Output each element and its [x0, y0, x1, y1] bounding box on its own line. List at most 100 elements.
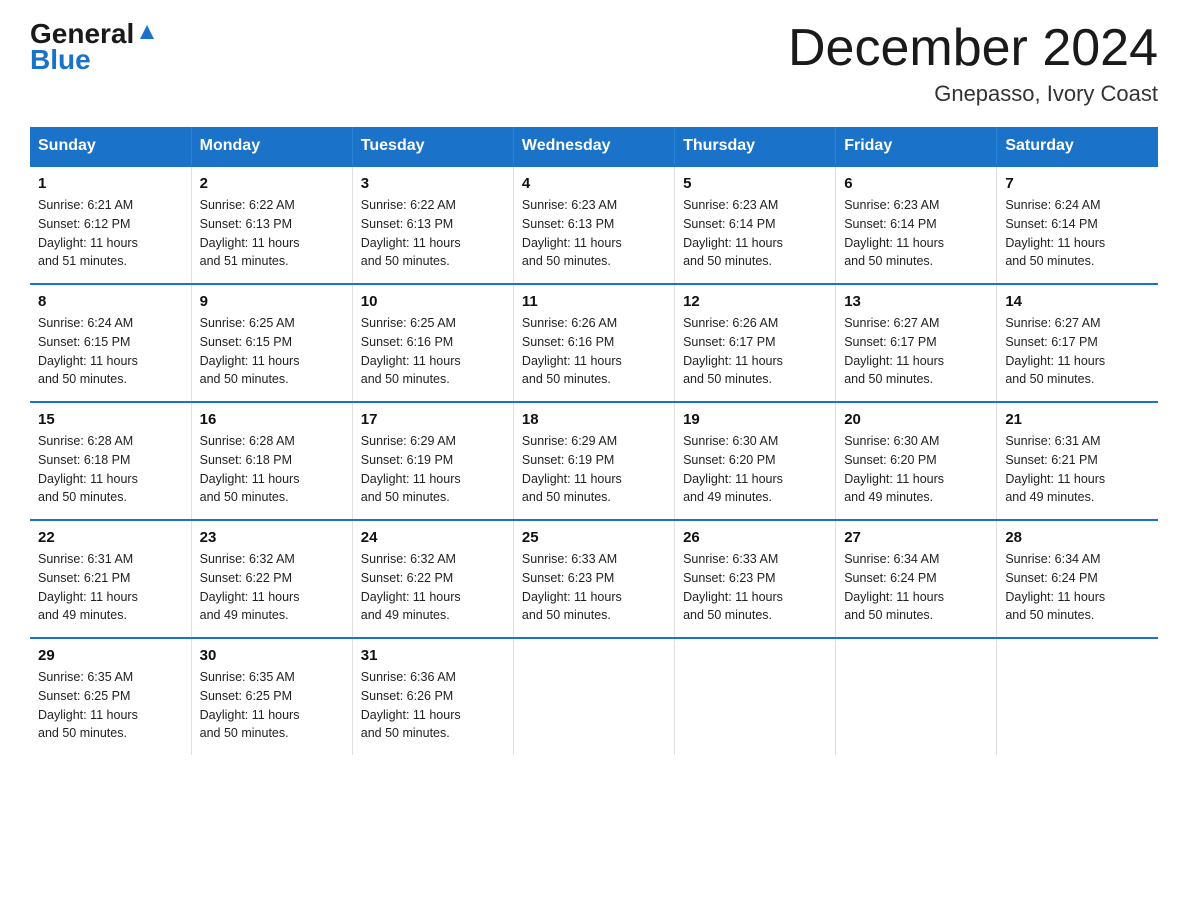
day-number: 15: [38, 411, 183, 428]
calendar-cell: 9 Sunrise: 6:25 AMSunset: 6:15 PMDaylight…: [191, 284, 352, 402]
day-number: 30: [200, 647, 344, 664]
calendar-cell: 5 Sunrise: 6:23 AMSunset: 6:14 PMDaylight…: [675, 166, 836, 284]
page-header: General Blue December 2024 Gnepasso, Ivo…: [30, 20, 1158, 107]
day-number: 22: [38, 529, 183, 546]
col-tuesday: Tuesday: [352, 127, 513, 166]
calendar-week-row: 22Sunrise: 6:31 AMSunset: 6:21 PMDayligh…: [30, 520, 1158, 638]
day-number: 26: [683, 529, 827, 546]
day-number: 7: [1005, 175, 1150, 192]
calendar-cell: 17 Sunrise: 6:29 AMSunset: 6:19 PMDayligh…: [352, 402, 513, 520]
day-info: Sunrise: 6:26 AMSunset: 6:16 PMDaylight:…: [522, 314, 666, 389]
day-info: Sunrise: 6:28 AMSunset: 6:18 PMDaylight:…: [200, 432, 344, 507]
day-info: Sunrise: 6:30 AMSunset: 6:20 PMDaylight:…: [683, 432, 827, 507]
calendar-cell: 23 Sunrise: 6:32 AMSunset: 6:22 PMDayligh…: [191, 520, 352, 638]
calendar-cell: 16 Sunrise: 6:28 AMSunset: 6:18 PMDayligh…: [191, 402, 352, 520]
day-number: 23: [200, 529, 344, 546]
calendar-week-row: 29 Sunrise: 6:35 AMSunset: 6:25 PMDayligh…: [30, 638, 1158, 755]
calendar-cell: 31Sunrise: 6:36 AMSunset: 6:26 PMDayligh…: [352, 638, 513, 755]
calendar-cell: 1Sunrise: 6:21 AMSunset: 6:12 PMDaylight…: [30, 166, 191, 284]
day-info: Sunrise: 6:29 AMSunset: 6:19 PMDaylight:…: [361, 432, 505, 507]
day-number: 3: [361, 175, 505, 192]
day-info: Sunrise: 6:34 AMSunset: 6:24 PMDaylight:…: [844, 550, 988, 625]
col-monday: Monday: [191, 127, 352, 166]
calendar-cell: 30 Sunrise: 6:35 AMSunset: 6:25 PMDayligh…: [191, 638, 352, 755]
day-info: Sunrise: 6:22 AMSunset: 6:13 PMDaylight:…: [361, 196, 505, 271]
day-info: Sunrise: 6:21 AMSunset: 6:12 PMDaylight:…: [38, 196, 183, 271]
col-saturday: Saturday: [997, 127, 1158, 166]
calendar-cell: [997, 638, 1158, 755]
day-number: 6: [844, 175, 988, 192]
calendar-cell: [836, 638, 997, 755]
calendar-week-row: 8 Sunrise: 6:24 AMSunset: 6:15 PMDaylight…: [30, 284, 1158, 402]
calendar-week-row: 15 Sunrise: 6:28 AMSunset: 6:18 PMDayligh…: [30, 402, 1158, 520]
day-number: 8: [38, 293, 183, 310]
calendar-cell: 15 Sunrise: 6:28 AMSunset: 6:18 PMDayligh…: [30, 402, 191, 520]
day-number: 17: [361, 411, 505, 428]
day-info: Sunrise: 6:23 AMSunset: 6:14 PMDaylight:…: [844, 196, 988, 271]
calendar-cell: 7Sunrise: 6:24 AMSunset: 6:14 PMDaylight…: [997, 166, 1158, 284]
day-number: 25: [522, 529, 666, 546]
calendar-week-row: 1Sunrise: 6:21 AMSunset: 6:12 PMDaylight…: [30, 166, 1158, 284]
day-number: 12: [683, 293, 827, 310]
day-number: 9: [200, 293, 344, 310]
calendar-cell: 29 Sunrise: 6:35 AMSunset: 6:25 PMDayligh…: [30, 638, 191, 755]
day-info: Sunrise: 6:25 AMSunset: 6:15 PMDaylight:…: [200, 314, 344, 389]
calendar-cell: 27 Sunrise: 6:34 AMSunset: 6:24 PMDayligh…: [836, 520, 997, 638]
day-info: Sunrise: 6:25 AMSunset: 6:16 PMDaylight:…: [361, 314, 505, 389]
day-number: 24: [361, 529, 505, 546]
calendar-cell: 13 Sunrise: 6:27 AMSunset: 6:17 PMDayligh…: [836, 284, 997, 402]
day-info: Sunrise: 6:36 AMSunset: 6:26 PMDaylight:…: [361, 668, 505, 743]
day-info: Sunrise: 6:35 AMSunset: 6:25 PMDaylight:…: [38, 668, 183, 743]
day-number: 16: [200, 411, 344, 428]
calendar-cell: [513, 638, 674, 755]
day-number: 2: [200, 175, 344, 192]
day-number: 19: [683, 411, 827, 428]
calendar-cell: 2 Sunrise: 6:22 AMSunset: 6:13 PMDaylight…: [191, 166, 352, 284]
calendar-cell: 12 Sunrise: 6:26 AMSunset: 6:17 PMDayligh…: [675, 284, 836, 402]
calendar-cell: 6 Sunrise: 6:23 AMSunset: 6:14 PMDaylight…: [836, 166, 997, 284]
calendar-cell: 19 Sunrise: 6:30 AMSunset: 6:20 PMDayligh…: [675, 402, 836, 520]
col-friday: Friday: [836, 127, 997, 166]
col-thursday: Thursday: [675, 127, 836, 166]
calendar-cell: 26Sunrise: 6:33 AMSunset: 6:23 PMDayligh…: [675, 520, 836, 638]
day-info: Sunrise: 6:28 AMSunset: 6:18 PMDaylight:…: [38, 432, 183, 507]
calendar-cell: 28 Sunrise: 6:34 AMSunset: 6:24 PMDayligh…: [997, 520, 1158, 638]
day-info: Sunrise: 6:26 AMSunset: 6:17 PMDaylight:…: [683, 314, 827, 389]
day-number: 4: [522, 175, 666, 192]
day-number: 27: [844, 529, 988, 546]
calendar-cell: 14 Sunrise: 6:27 AMSunset: 6:17 PMDayligh…: [997, 284, 1158, 402]
day-info: Sunrise: 6:30 AMSunset: 6:20 PMDaylight:…: [844, 432, 988, 507]
calendar-cell: 18 Sunrise: 6:29 AMSunset: 6:19 PMDayligh…: [513, 402, 674, 520]
calendar-cell: 3 Sunrise: 6:22 AMSunset: 6:13 PMDaylight…: [352, 166, 513, 284]
col-sunday: Sunday: [30, 127, 191, 166]
logo-blue: Blue: [30, 44, 91, 76]
calendar-subtitle: Gnepasso, Ivory Coast: [788, 81, 1158, 107]
calendar-cell: 25 Sunrise: 6:33 AMSunset: 6:23 PMDayligh…: [513, 520, 674, 638]
calendar-cell: 24Sunrise: 6:32 AMSunset: 6:22 PMDayligh…: [352, 520, 513, 638]
day-number: 20: [844, 411, 988, 428]
col-wednesday: Wednesday: [513, 127, 674, 166]
day-info: Sunrise: 6:22 AMSunset: 6:13 PMDaylight:…: [200, 196, 344, 271]
day-info: Sunrise: 6:33 AMSunset: 6:23 PMDaylight:…: [522, 550, 666, 625]
logo: General Blue: [30, 20, 158, 76]
calendar-cell: 10Sunrise: 6:25 AMSunset: 6:16 PMDayligh…: [352, 284, 513, 402]
day-info: Sunrise: 6:29 AMSunset: 6:19 PMDaylight:…: [522, 432, 666, 507]
day-number: 18: [522, 411, 666, 428]
day-info: Sunrise: 6:32 AMSunset: 6:22 PMDaylight:…: [200, 550, 344, 625]
day-number: 28: [1005, 529, 1150, 546]
day-info: Sunrise: 6:23 AMSunset: 6:14 PMDaylight:…: [683, 196, 827, 271]
calendar-cell: 20 Sunrise: 6:30 AMSunset: 6:20 PMDayligh…: [836, 402, 997, 520]
calendar-cell: [675, 638, 836, 755]
day-number: 5: [683, 175, 827, 192]
day-info: Sunrise: 6:35 AMSunset: 6:25 PMDaylight:…: [200, 668, 344, 743]
calendar-header-row: Sunday Monday Tuesday Wednesday Thursday…: [30, 127, 1158, 166]
day-number: 14: [1005, 293, 1150, 310]
day-number: 13: [844, 293, 988, 310]
calendar-table: Sunday Monday Tuesday Wednesday Thursday…: [30, 127, 1158, 755]
day-info: Sunrise: 6:24 AMSunset: 6:15 PMDaylight:…: [38, 314, 183, 389]
day-number: 21: [1005, 411, 1150, 428]
day-info: Sunrise: 6:34 AMSunset: 6:24 PMDaylight:…: [1005, 550, 1150, 625]
day-number: 29: [38, 647, 183, 664]
day-info: Sunrise: 6:27 AMSunset: 6:17 PMDaylight:…: [844, 314, 988, 389]
day-info: Sunrise: 6:27 AMSunset: 6:17 PMDaylight:…: [1005, 314, 1150, 389]
